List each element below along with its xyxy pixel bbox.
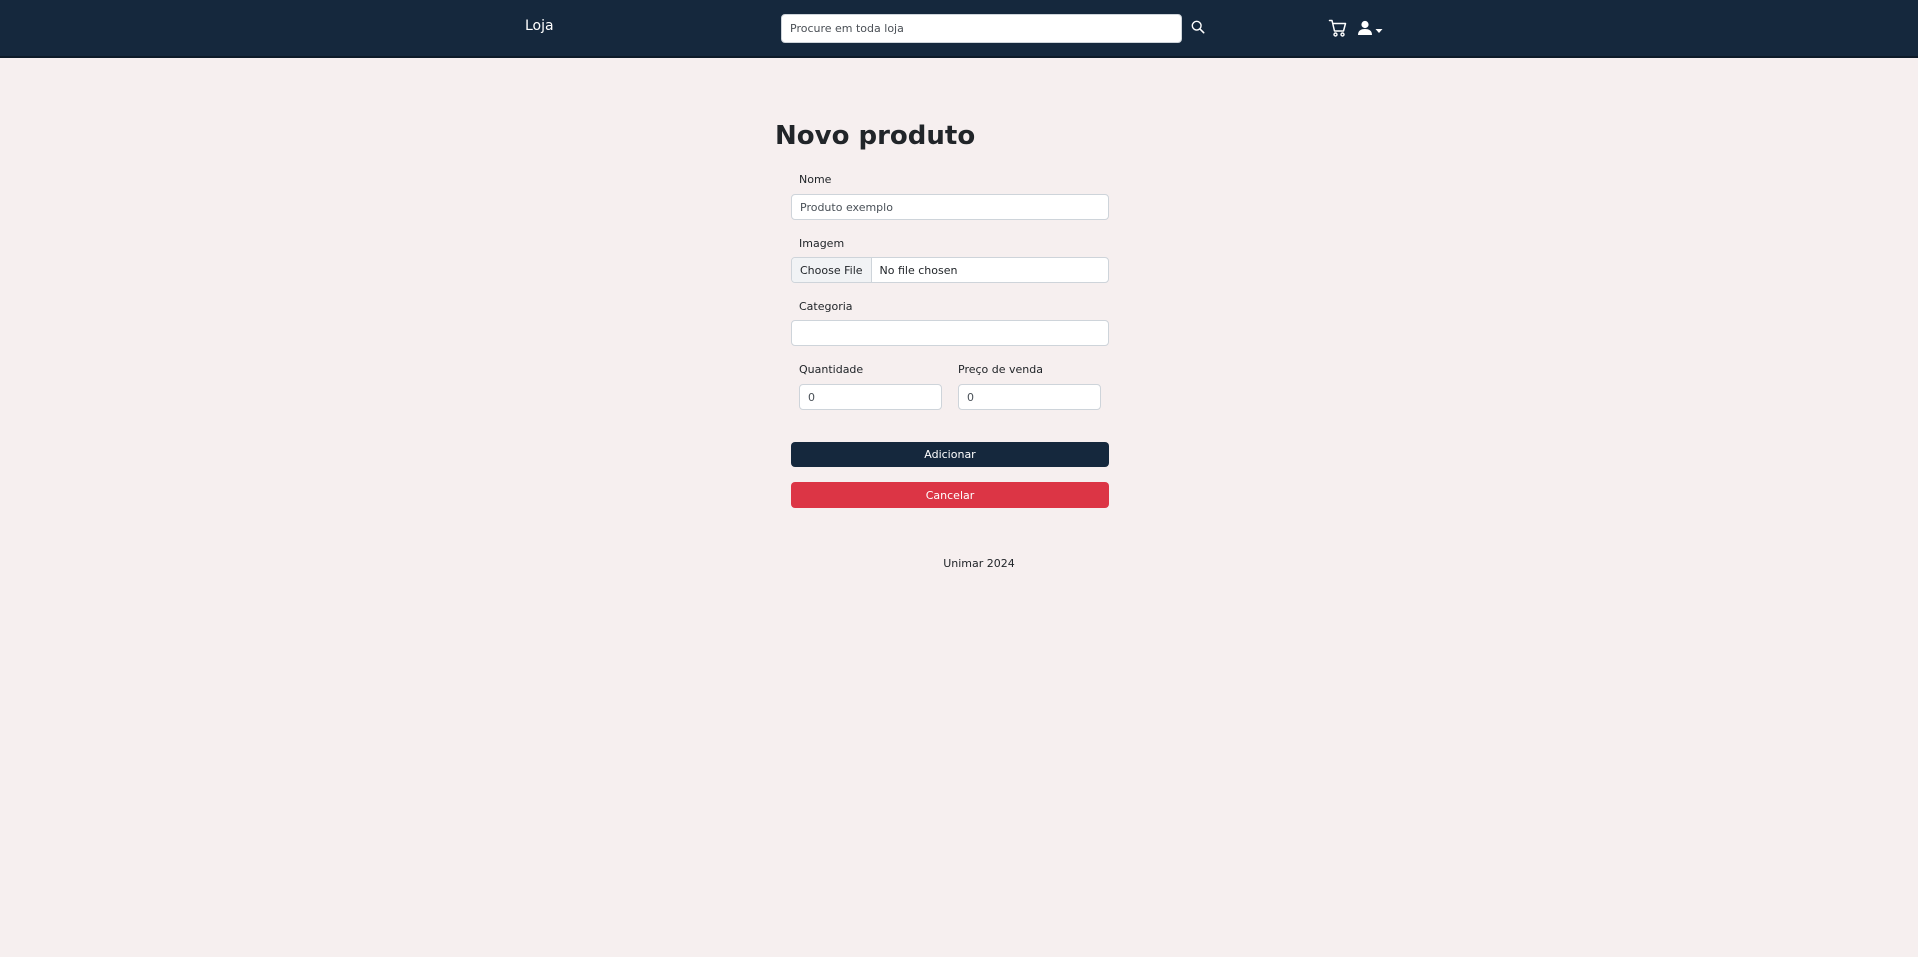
search-icon (1191, 20, 1205, 37)
choose-file-button[interactable]: Choose File (792, 258, 872, 282)
nome-input[interactable] (791, 194, 1109, 220)
caret-down-icon (1375, 22, 1383, 37)
search-input[interactable] (781, 14, 1182, 43)
add-product-button[interactable]: Adicionar (791, 442, 1109, 467)
user-icon (1357, 20, 1373, 39)
quantidade-input[interactable] (799, 384, 942, 410)
image-file-input[interactable]: Choose File No file chosen (791, 257, 1109, 283)
imagem-label: Imagem (799, 237, 845, 250)
cart-icon (1328, 19, 1348, 41)
top-navbar: Loja (0, 0, 1918, 58)
cart-button[interactable] (1327, 18, 1349, 40)
page-title: Novo produto (775, 121, 976, 151)
footer-text: Unimar 2024 (943, 557, 1015, 570)
user-menu-button[interactable] (1357, 18, 1387, 40)
categoria-label: Categoria (799, 300, 853, 313)
preco-input[interactable] (958, 384, 1101, 410)
categoria-input[interactable] (791, 320, 1109, 346)
search-button[interactable] (1189, 19, 1207, 37)
nome-label: Nome (799, 173, 832, 186)
preco-label: Preço de venda (958, 363, 1043, 376)
brand-link[interactable]: Loja (525, 18, 554, 34)
cancel-button[interactable]: Cancelar (791, 482, 1109, 508)
file-status-text: No file chosen (879, 263, 958, 277)
quantidade-label: Quantidade (799, 363, 864, 376)
